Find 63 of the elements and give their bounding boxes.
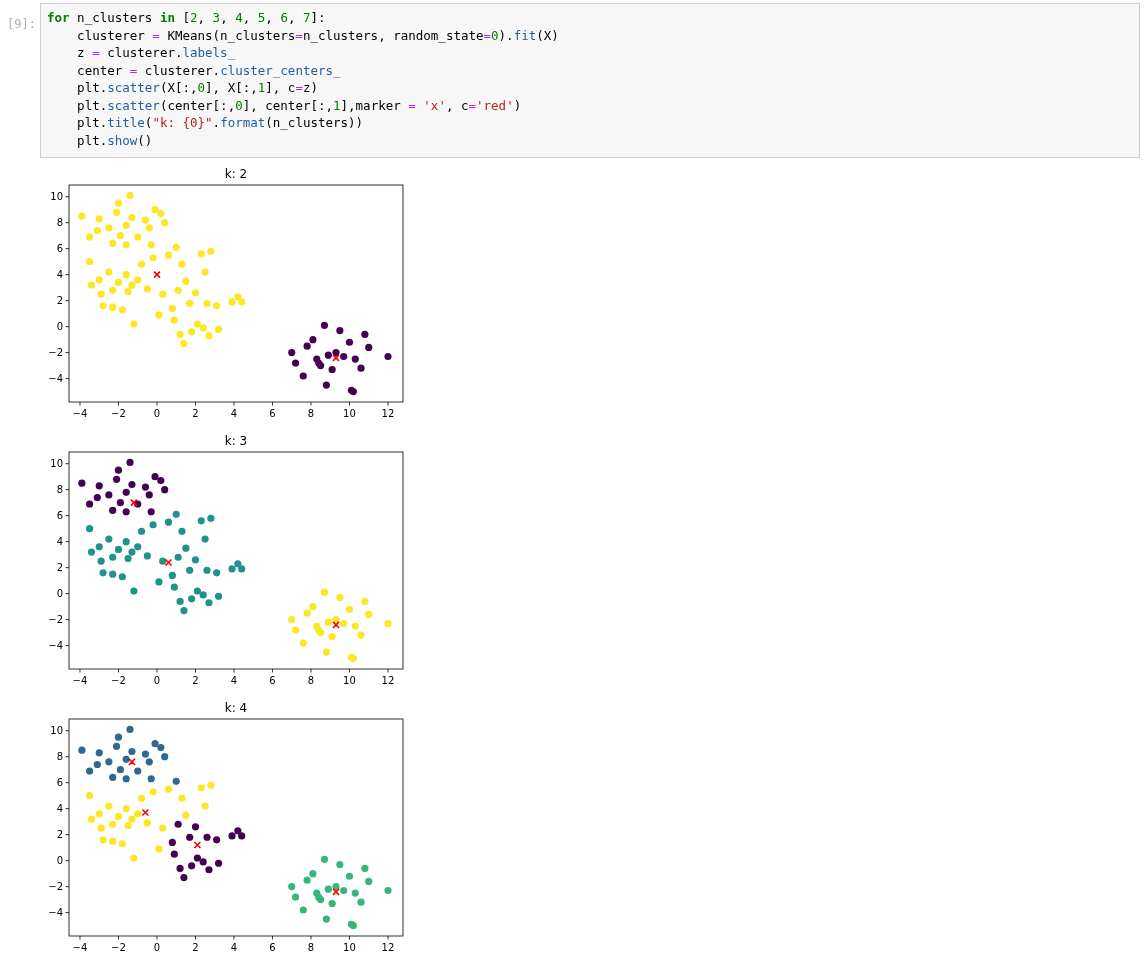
tick-label: 0 xyxy=(56,588,63,600)
tick-label: 10 xyxy=(343,675,356,686)
tick-label: 10 xyxy=(343,942,356,953)
tick-label: 4 xyxy=(230,942,238,953)
tick-label: 0 xyxy=(153,408,161,419)
tick-label: 12 xyxy=(381,408,395,419)
tick-label: 2 xyxy=(192,408,199,419)
tick-label: 12 xyxy=(381,675,395,686)
tick-label: −4 xyxy=(72,942,88,953)
tick-label: 10 xyxy=(343,408,356,419)
code-line: plt.show() xyxy=(76,131,153,149)
tick-label: 8 xyxy=(307,408,315,419)
tick-label: 8 xyxy=(307,942,315,953)
code-line: for n_clusters in [2, 3, 4, 5, 6, 7]: xyxy=(47,9,326,27)
tick-label: 4 xyxy=(56,536,63,548)
tick-label: 8 xyxy=(56,217,63,229)
tick-label: −4 xyxy=(72,408,88,419)
tick-label: 0 xyxy=(56,855,63,867)
tick-label: 4 xyxy=(230,408,238,419)
code-line: center = clusterer.cluster_centers_ xyxy=(76,61,341,79)
tick-label: 6 xyxy=(56,243,63,255)
tick-label: 12 xyxy=(381,942,395,953)
tick-label: −4 xyxy=(48,907,63,919)
code-line: plt.scatter(center[:,0], center[:,1],marker = 'x', c='red') xyxy=(76,96,522,114)
code-line: plt.title("k: {0}".format(n_clusters)) xyxy=(76,114,364,132)
tick-label: 10 xyxy=(50,458,63,470)
tick-label: 0 xyxy=(153,675,161,686)
tick-label: −2 xyxy=(48,614,63,626)
prompt-label: [9]: xyxy=(7,17,36,31)
tick-label: 6 xyxy=(56,777,63,789)
tick-label: 6 xyxy=(269,942,276,953)
tick-label: 4 xyxy=(230,675,238,686)
tick-label: −2 xyxy=(111,675,126,686)
tick-label: 10 xyxy=(50,725,63,737)
tick-label: 10 xyxy=(50,191,63,203)
chart-title: k: 4 xyxy=(224,701,248,715)
tick-label: −4 xyxy=(48,640,63,652)
tick-label: 0 xyxy=(153,942,161,953)
tick-label: 8 xyxy=(56,751,63,763)
tick-label: −4 xyxy=(48,373,63,385)
tick-label: −4 xyxy=(72,675,88,686)
tick-label: 8 xyxy=(56,484,63,496)
code-line: clusterer = KMeans(n_clusters=n_clusters, random_state=0).fit(X) xyxy=(76,26,559,44)
tick-label: 2 xyxy=(192,675,199,686)
tick-label: 8 xyxy=(307,675,315,686)
tick-label: −2 xyxy=(48,347,63,359)
tick-label: 6 xyxy=(269,408,276,419)
tick-label: 4 xyxy=(56,269,63,281)
tick-label: 2 xyxy=(56,562,63,574)
tick-label: 0 xyxy=(56,321,63,333)
chart-title: k: 3 xyxy=(224,434,248,448)
tick-label: 6 xyxy=(269,675,276,686)
tick-label: 2 xyxy=(192,942,199,953)
tick-label: 4 xyxy=(56,803,63,815)
chart-title: k: 2 xyxy=(224,167,248,181)
tick-label: 6 xyxy=(56,510,63,522)
code-line: plt.scatter(X[:,0], X[:,1], c=z) xyxy=(76,79,318,97)
tick-label: −2 xyxy=(48,881,63,893)
tick-label: −2 xyxy=(111,408,126,419)
tick-label: 2 xyxy=(56,829,63,841)
code-line: z = clusterer.labels_ xyxy=(76,44,236,62)
tick-label: 2 xyxy=(56,295,63,307)
tick-label: −2 xyxy=(111,942,126,953)
